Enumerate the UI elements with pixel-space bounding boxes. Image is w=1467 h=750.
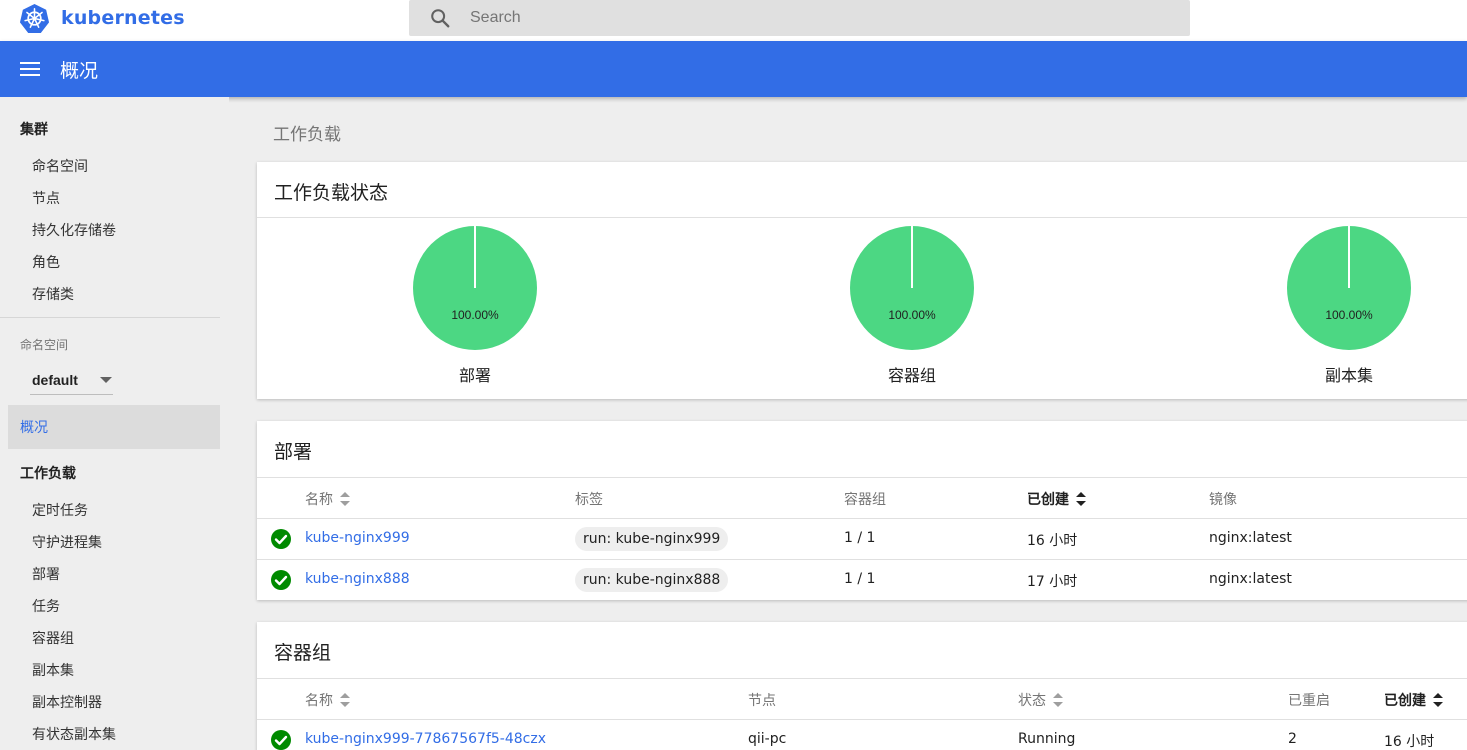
sidebar-item-pods[interactable]: 容器组 [32,628,74,648]
sidebar-item-storage-classes[interactable]: 存储类 [32,284,74,304]
sidebar-item-jobs[interactable]: 任务 [32,596,60,616]
created-age: 17 小时 [1027,574,1078,590]
column-header-created[interactable]: 已创建 [1384,690,1443,710]
column-header-label: 标签 [575,492,603,508]
column-header-node: 节点 [748,690,776,710]
sidebar-divider [0,317,220,318]
pod-name-link[interactable]: kube-nginx999-77867567f5-48czx [305,731,546,747]
deployment-name-link[interactable]: kube-nginx888 [305,571,410,587]
sidebar-item-replication-controllers[interactable]: 副本控制器 [32,692,102,712]
pods-count: 1 / 1 [844,571,876,587]
status-ok-icon [271,529,291,549]
sidebar: 集群 命名空间 节点 持久化存储卷 角色 存储类 命名空间 default 概况… [0,97,229,750]
card-title: 工作负载状态 [274,182,389,204]
column-header-pods: 容器组 [844,489,886,509]
row-divider [257,559,1467,560]
status-ok-icon [271,730,291,750]
pie-label-replica-sets: 副本集 [1324,366,1373,385]
header-title: 概况 [60,59,99,82]
pods-count: 1 / 1 [844,530,876,546]
menu-icon[interactable] [20,62,40,76]
sidebar-item-daemon-sets[interactable]: 守护进程集 [32,532,102,552]
sort-icon [1053,693,1063,707]
pods-pie-chart: 100.00% [850,226,974,350]
label-chip: run: kube-nginx999 [575,527,729,551]
top-bar: kubernetes Search [0,0,1467,41]
image-name: nginx:latest [1209,530,1292,546]
created-age: 16 小时 [1027,533,1078,549]
column-header-restarts: 已重启 [1288,690,1330,710]
app-header: 概况 [0,41,1467,97]
search-bar[interactable]: Search [409,0,1190,36]
column-header-label: 已创建 [1027,492,1069,508]
pie-label-deployments: 部署 [458,366,491,385]
sidebar-heading-workloads[interactable]: 工作负载 [20,463,76,483]
card-title: 部署 [274,441,313,463]
sidebar-item-deployments[interactable]: 部署 [32,564,60,584]
sidebar-item-namespaces[interactable]: 命名空间 [32,156,88,176]
card-title: 容器组 [274,642,332,664]
sidebar-heading-cluster[interactable]: 集群 [20,119,48,139]
sidebar-item-roles[interactable]: 角色 [32,252,60,272]
search-icon [431,9,450,28]
column-header-images: 镜像 [1209,489,1237,509]
sidebar-item-replica-sets[interactable]: 副本集 [32,660,74,680]
sort-icon [340,693,350,707]
pod-restarts: 2 [1288,731,1297,747]
image-name: nginx:latest [1209,571,1292,587]
label-chip: run: kube-nginx888 [575,568,729,592]
namespace-label: 命名空间 [20,338,69,352]
column-header-created[interactable]: 已创建 [1027,489,1086,509]
column-header-name[interactable]: 名称 [305,489,350,509]
status-ok-icon [271,570,291,590]
deployments-pie-chart: 100.00% [413,226,537,350]
card-divider [257,217,1467,218]
column-header-label: 名称 [305,693,333,709]
row-divider [257,518,1467,519]
pod-created-age: 16 小时 [1384,734,1435,750]
brand[interactable]: kubernetes [19,2,185,34]
kubernetes-logo-icon [19,3,50,33]
column-header-status[interactable]: 状态 [1018,690,1063,710]
pie-label-pods: 容器组 [887,366,936,385]
column-header-label: 镜像 [1209,492,1237,508]
column-header-name[interactable]: 名称 [305,690,350,710]
column-header-label: 状态 [1018,693,1046,709]
sidebar-item-cron-jobs[interactable]: 定时任务 [32,500,88,520]
search-input[interactable]: Search [470,9,521,27]
namespace-select[interactable]: default [30,365,113,395]
sidebar-item-overview[interactable]: 概况 [8,405,220,449]
pod-node: qii-pc [748,731,787,747]
namespace-value: default [32,371,78,388]
pie-percent-label: 100.00% [451,308,499,322]
replica-sets-pie-chart: 100.00% [1287,226,1411,350]
column-header-label: 节点 [748,693,776,709]
brand-name: kubernetes [61,7,185,29]
pie-percent-label: 100.00% [888,308,936,322]
page-title: 工作负载 [273,125,341,145]
column-header-label: 已重启 [1288,693,1330,709]
row-divider [257,719,1467,720]
sort-icon [1076,492,1086,506]
sidebar-item-label: 概况 [20,420,48,436]
column-header-labels: 标签 [575,489,603,509]
sidebar-item-stateful-sets[interactable]: 有状态副本集 [32,724,116,744]
sidebar-item-persistent-volumes[interactable]: 持久化存储卷 [32,220,116,240]
column-header-label: 已创建 [1384,693,1426,709]
pie-percent-label: 100.00% [1325,308,1373,322]
dropdown-arrow-icon [100,376,112,383]
sidebar-item-nodes[interactable]: 节点 [32,188,60,208]
deployment-name-link[interactable]: kube-nginx999 [305,530,410,546]
column-header-label: 名称 [305,492,333,508]
pod-status: Running [1018,731,1076,747]
card-divider [257,678,1467,679]
column-header-label: 容器组 [844,492,886,508]
card-divider [257,477,1467,478]
sort-icon [340,492,350,506]
sort-icon [1433,693,1443,707]
